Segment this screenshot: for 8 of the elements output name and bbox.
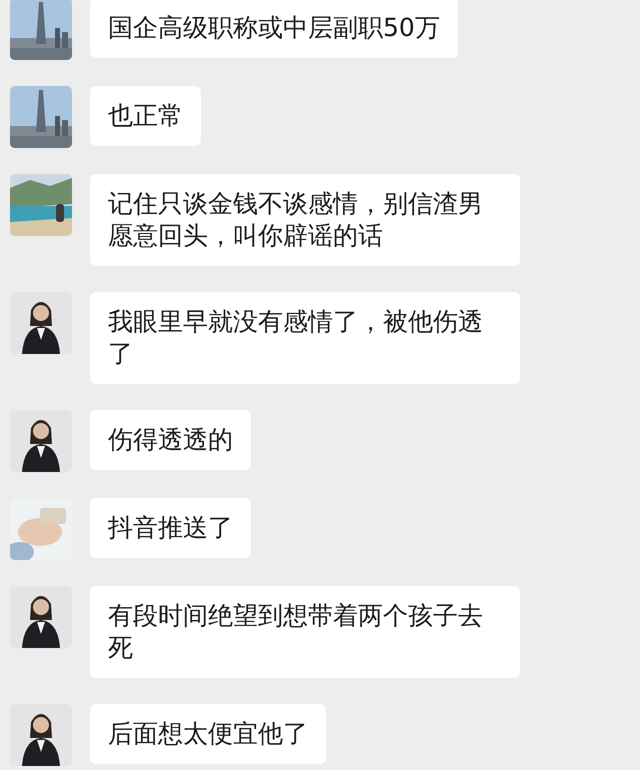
message-bubble: 后面想太便宜他了 [90,704,326,764]
message-bubble: 抖音推送了 [90,498,251,558]
message-bubble: 伤得透透的 [90,410,251,470]
message-bubble: 有段时间绝望到想带着两个孩子去死 [90,586,520,678]
message-bubble: 记住只谈金钱不谈感情，别信渣男愿意回头，叫你辟谣的话 [90,174,520,266]
message-bubble: 也正常 [90,86,201,146]
message-bubble: 我眼里早就没有感情了，被他伤透了 [90,292,520,384]
message-bubble: 国企高级职称或中层副职50万 [90,0,458,58]
